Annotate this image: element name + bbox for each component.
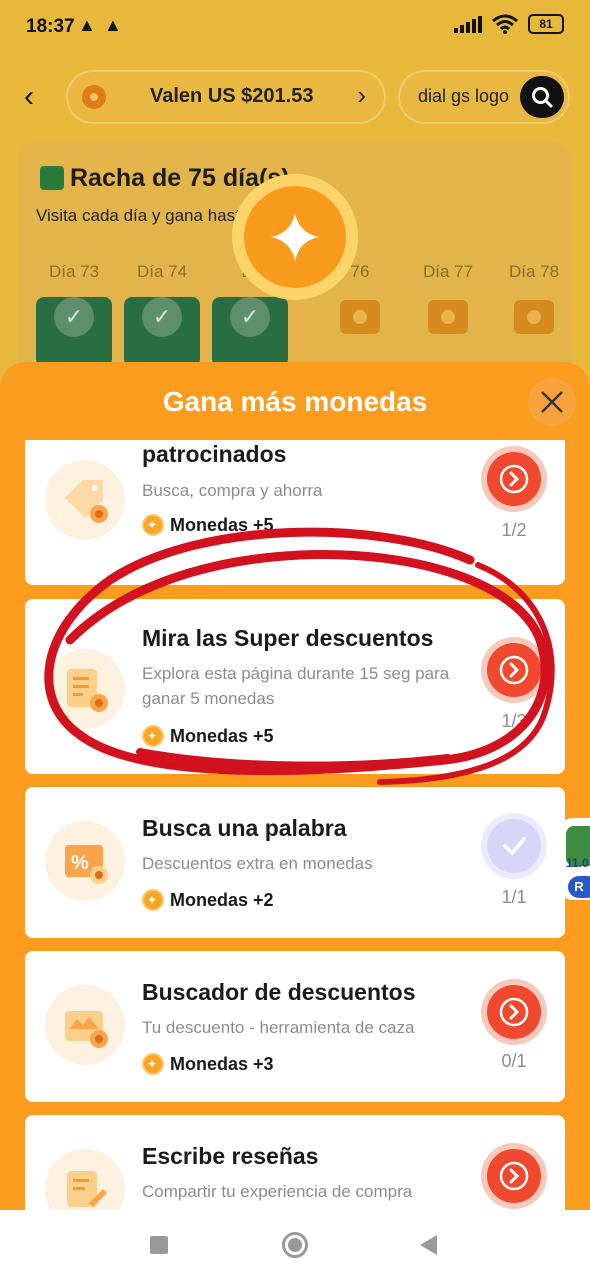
task-card[interactable]: Mira las Super descuentos Explora esta p… xyxy=(25,599,565,774)
wifi-icon xyxy=(492,14,518,34)
earn-coins-sheet: Gana más monedas Explora artículos patro… xyxy=(0,362,590,1210)
close-button[interactable] xyxy=(528,378,576,426)
task-progress: 1/2 xyxy=(501,520,527,540)
recents-icon[interactable] xyxy=(150,1236,168,1254)
chevron-right-icon: › xyxy=(357,80,366,110)
status-bar: 18:37 ▲ ▲ 81 xyxy=(0,0,590,56)
home-icon[interactable] xyxy=(282,1232,308,1258)
coin-icon xyxy=(142,889,164,911)
streak-day: Día 78 xyxy=(496,262,572,370)
gift-icon xyxy=(428,300,468,334)
search-bar[interactable]: dial gs logo xyxy=(398,70,570,124)
coin-icon xyxy=(142,1053,164,1075)
task-reward: Monedas +5 xyxy=(142,514,274,536)
task-go-button[interactable] xyxy=(481,979,547,1045)
system-nav-bar xyxy=(0,1210,590,1280)
calendar-icon xyxy=(40,166,64,190)
gift-icon xyxy=(514,300,554,334)
check-icon: ✓ xyxy=(230,297,270,337)
task-progress: 1/3 xyxy=(501,711,527,731)
status-icons: 81 xyxy=(454,14,564,34)
shop-icon xyxy=(45,985,125,1065)
arrow-right-icon xyxy=(499,1161,529,1191)
wallet-balance: Valen US $201.53 xyxy=(150,85,314,107)
wallet-pill[interactable]: Valen US $201.53 › xyxy=(66,70,386,124)
status-time: 18:37 xyxy=(26,16,75,37)
gift-icon xyxy=(340,300,380,334)
task-go-button[interactable] xyxy=(481,637,547,703)
task-title: Busca una palabra xyxy=(142,815,347,841)
top-nav: ‹ Valen US $201.53 › dial gs logo xyxy=(0,70,590,124)
task-reward: Monedas +2 xyxy=(142,889,274,911)
task-done-button xyxy=(481,813,547,879)
task-progress: 0/1 xyxy=(501,1051,527,1071)
warning-icon: ▲ xyxy=(104,15,122,35)
check-icon: ✓ xyxy=(142,297,182,337)
coin-icon xyxy=(142,514,164,536)
check-icon xyxy=(503,837,526,856)
task-description: Explora esta página durante 15 seg para … xyxy=(142,664,450,708)
task-go-button[interactable] xyxy=(481,1143,547,1209)
back-arrow-icon[interactable]: ‹ xyxy=(24,80,34,114)
document-icon xyxy=(45,649,125,729)
streak-day: Día 77 xyxy=(410,262,486,370)
streak-day: Día 74 ✓ xyxy=(124,262,200,367)
svg-text:%: % xyxy=(71,852,89,874)
task-title: Escribe reseñas xyxy=(142,1143,319,1169)
task-go-button[interactable] xyxy=(481,446,547,512)
task-title: Explora artículos patrocinados xyxy=(142,441,287,467)
task-description: Tu descuento - herramienta de caza xyxy=(142,1018,415,1037)
search-input[interactable]: dial gs logo xyxy=(418,86,509,107)
back-icon[interactable] xyxy=(420,1235,437,1255)
tag-icon xyxy=(45,460,125,540)
check-icon: ✓ xyxy=(54,297,94,337)
signal-icon xyxy=(454,15,482,33)
coin-icon xyxy=(142,725,164,747)
task-reward: Monedas +3 xyxy=(142,1053,274,1075)
star-badge-icon xyxy=(232,174,358,300)
discount-box-icon: % xyxy=(45,821,125,901)
battery-icon: 81 xyxy=(528,14,564,34)
sparkle-icon xyxy=(271,213,319,261)
arrow-right-icon xyxy=(499,464,529,494)
streak-subtitle: Visita cada día y gana hasta xyxy=(36,206,250,225)
task-description: Compartir tu experiencia de compra xyxy=(142,1182,413,1201)
task-description: Busca, compra y ahorra xyxy=(142,481,323,500)
search-icon xyxy=(532,87,553,108)
task-card[interactable]: % Busca una palabra Descuentos extra en … xyxy=(25,787,565,938)
search-button[interactable] xyxy=(520,76,564,118)
arrow-right-icon xyxy=(499,655,529,685)
task-title: Mira las Super descuentos xyxy=(142,625,434,651)
task-card[interactable]: Escribe reseñas Compartir tu experiencia… xyxy=(25,1115,565,1210)
close-icon xyxy=(541,391,563,413)
task-reward: Monedas +5 xyxy=(142,725,274,747)
coin-icon xyxy=(82,85,106,109)
warning-icon: ▲ xyxy=(78,15,96,35)
streak-day: Día 73 ✓ xyxy=(36,262,112,367)
arrow-right-icon xyxy=(499,997,529,1027)
task-title: Buscador de descuentos xyxy=(142,979,416,1005)
review-icon xyxy=(45,1149,125,1210)
task-card[interactable]: Explora artículos patrocinados Busca, co… xyxy=(25,440,565,585)
task-progress: 1/1 xyxy=(501,887,527,907)
side-floating-widget[interactable]: 11.0 R xyxy=(562,818,590,900)
task-list: Explora artículos patrocinados Busca, co… xyxy=(25,440,565,1210)
task-card[interactable]: Buscador de descuentos Tu descuento - he… xyxy=(25,951,565,1102)
sheet-title: Gana más monedas xyxy=(162,386,428,417)
task-description: Descuentos extra en monedas xyxy=(142,854,373,873)
